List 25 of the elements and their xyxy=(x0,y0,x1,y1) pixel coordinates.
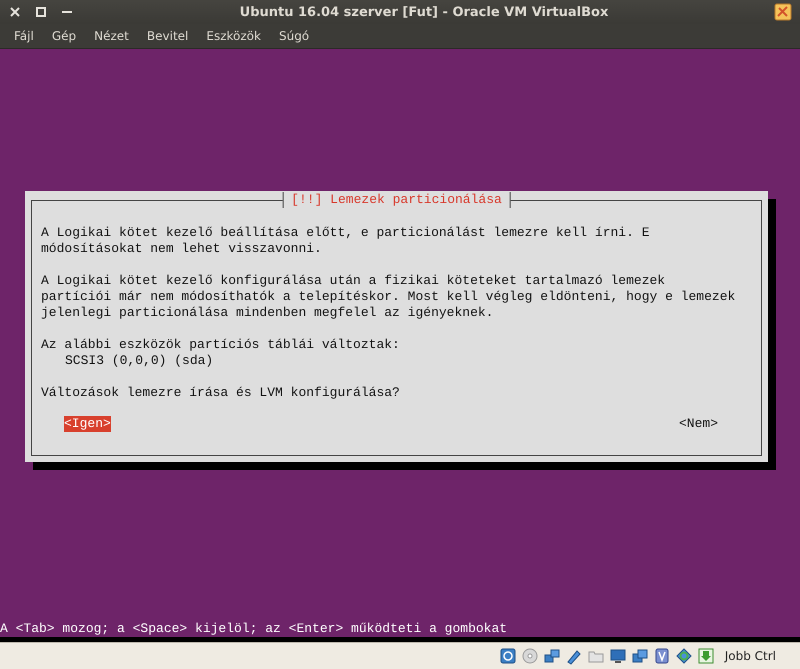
key-hint: A <Tab> mozog; a <Space> kijelöl; az <Enter> működteti a gombokat xyxy=(0,621,508,637)
menu-item[interactable]: Bevitel xyxy=(138,29,198,43)
no-button[interactable]: <Nem> xyxy=(678,416,718,432)
device-item: SCSI3 (0,0,0) (sda) xyxy=(64,353,214,369)
dialog-paragraph: A Logikai kötet kezelő konfigurálása után a fizikai köteteket tartalmazó lemezek partíciói már nem módosíthatók a telepítéskor. Most kell végleg eldönteni, hogy e lemezek jelenlegi particionálása mindenben megfelel az igényeknek. xyxy=(41,273,736,321)
window-title: Ubuntu 16.04 szerver [Fut] - Oracle VM VirtualBox xyxy=(238,4,610,20)
menu-item[interactable]: Nézet xyxy=(85,29,138,43)
chip-icon[interactable] xyxy=(652,647,671,665)
app-icon xyxy=(774,3,792,21)
menu-item[interactable]: Fájl xyxy=(5,29,43,43)
menu-item[interactable]: Eszközök xyxy=(197,29,270,43)
windows-icon[interactable] xyxy=(630,647,649,665)
monitor-icon[interactable] xyxy=(608,647,627,665)
close-icon[interactable] xyxy=(8,5,22,19)
menu-item[interactable]: Súgó xyxy=(270,29,318,43)
dialog-question: Változások lemezre írása és LVM konfigurálása? xyxy=(41,385,401,401)
host-key-label: Jobb Ctrl xyxy=(724,649,776,663)
dialog-paragraph: A Logikai kötet kezelő beállítása előtt, e particionálást lemezre kell írni. E módosításokat nem lehet visszavonni. xyxy=(41,225,650,257)
dialog-title: [!!] Lemezek particionálása xyxy=(282,192,511,208)
maximize-icon[interactable] xyxy=(34,5,48,19)
dialog-paragraph: Az alábbi eszközök partíciós táblái változtak: xyxy=(41,337,401,353)
yes-button[interactable]: <Igen> xyxy=(64,416,111,432)
download-icon[interactable] xyxy=(696,647,715,665)
network-icon[interactable] xyxy=(542,647,561,665)
menu-item[interactable]: Gép xyxy=(42,29,86,43)
